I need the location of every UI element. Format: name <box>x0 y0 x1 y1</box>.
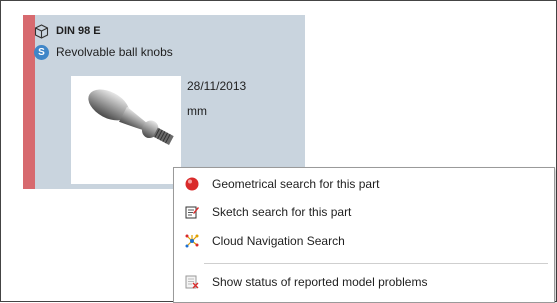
part-name-row: S Revolvable ball knobs <box>34 43 173 61</box>
card-accent-bar <box>23 15 35 189</box>
context-menu: Geometrical search for this part Sketch … <box>173 167 555 303</box>
menu-item-show-model-problems[interactable]: Show status of reported model problems <box>174 270 554 294</box>
part-standard: DIN 98 E <box>56 25 101 37</box>
menu-item-sketch-search[interactable]: Sketch search for this part <box>174 200 554 224</box>
menu-item-label: Sketch search for this part <box>212 205 352 219</box>
menu-item-label: Geometrical search for this part <box>212 177 380 191</box>
menu-item-cloud-navigation-search[interactable]: Cloud Navigation Search <box>174 229 554 253</box>
menu-item-label: Cloud Navigation Search <box>212 234 345 248</box>
standard-badge-icon: S <box>34 44 49 60</box>
menu-item-label: Show status of reported model problems <box>212 275 428 289</box>
ball-knob-icon <box>88 89 174 145</box>
cloud-navigation-icon <box>184 233 200 249</box>
report-status-icon <box>184 274 200 290</box>
part-name: Revolvable ball knobs <box>56 45 173 59</box>
red-sphere-icon <box>184 176 200 192</box>
part-standard-row: DIN 98 E <box>34 22 101 40</box>
menu-separator <box>204 263 548 264</box>
menu-item-geometrical-search[interactable]: Geometrical search for this part <box>174 172 554 196</box>
part-unit: mm <box>187 104 207 118</box>
sketch-icon <box>184 204 200 220</box>
window-frame: DIN 98 E S Revolvable ball knobs 28/11/2… <box>0 0 557 303</box>
cube-icon <box>34 23 49 39</box>
part-thumbnail[interactable] <box>71 76 181 184</box>
part-date: 28/11/2013 <box>187 79 247 93</box>
